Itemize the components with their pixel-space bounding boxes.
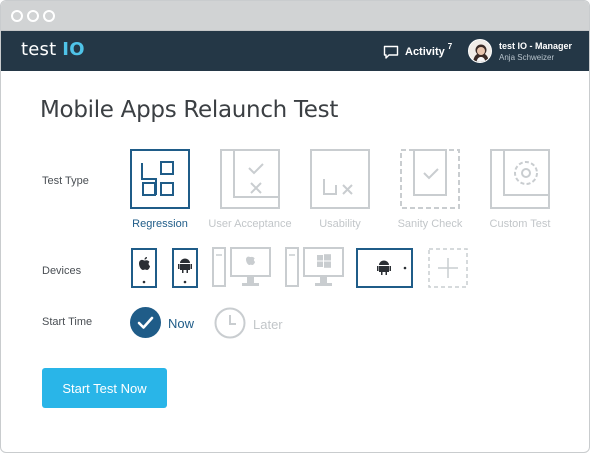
test-type-label-regression[interactable]: Regression <box>130 218 190 230</box>
start-now-radio[interactable] <box>130 307 161 338</box>
user-name: Anja Schweizer <box>499 53 555 62</box>
device-mac-desktop[interactable] <box>212 246 272 288</box>
checkmark-circle-icon <box>130 307 161 338</box>
test-type-label-usability[interactable]: Usability <box>300 218 380 230</box>
user-acceptance-icon <box>220 149 280 209</box>
start-now-label[interactable]: Now <box>168 316 194 331</box>
plus-icon <box>428 248 468 288</box>
start-later-label[interactable]: Later <box>253 317 283 332</box>
test-type-user-acceptance[interactable] <box>220 149 280 209</box>
test-type-label: Test Type <box>42 175 89 187</box>
test-type-label-sanity-check[interactable]: Sanity Check <box>390 218 470 230</box>
test-type-custom-test[interactable] <box>490 149 550 209</box>
top-navbar <box>1 31 589 71</box>
apple-phone-icon <box>131 248 157 288</box>
test-type-sanity-check[interactable] <box>400 149 460 209</box>
android-phone-icon <box>172 248 198 288</box>
activity-label: Activity <box>405 46 445 58</box>
device-android-phone[interactable] <box>172 248 198 288</box>
activity-count-badge: 7 <box>447 41 453 51</box>
custom-test-gear-icon <box>490 149 550 209</box>
window-control-dot[interactable] <box>11 10 23 22</box>
device-android-tablet[interactable] <box>356 248 413 288</box>
device-ios-phone[interactable] <box>131 248 157 288</box>
windows-desktop-icon <box>285 247 344 287</box>
usability-icon <box>310 149 370 209</box>
start-test-now-button[interactable]: Start Test Now <box>42 368 167 408</box>
testio-logo[interactable]: test IO <box>21 39 85 60</box>
test-type-regression[interactable] <box>130 149 190 209</box>
test-type-label-custom-test[interactable]: Custom Test <box>480 218 560 230</box>
test-type-label-user-acceptance[interactable]: User Acceptance <box>205 218 295 230</box>
add-device-button[interactable] <box>428 248 468 288</box>
regression-grid-icon <box>130 149 190 209</box>
logo-text: test <box>21 39 57 60</box>
window-control-dot[interactable] <box>27 10 39 22</box>
test-type-usability[interactable] <box>310 149 370 209</box>
android-tablet-icon <box>356 248 413 288</box>
avatar[interactable] <box>468 39 492 63</box>
device-windows-desktop[interactable] <box>285 246 345 288</box>
sanity-check-icon <box>400 149 460 209</box>
apple-desktop-icon <box>212 247 271 287</box>
page-title: Mobile Apps Relaunch Test <box>40 97 339 123</box>
start-later-radio[interactable] <box>214 307 246 339</box>
window-titlebar <box>1 1 589 31</box>
devices-label: Devices <box>42 265 82 277</box>
activity-link[interactable]: Activity 7 <box>383 41 453 61</box>
window-control-dot[interactable] <box>43 10 55 22</box>
chat-icon <box>383 45 399 59</box>
start-time-label: Start Time <box>42 316 93 328</box>
logo-accent: IO <box>62 39 85 60</box>
app-window: test IO Activity 7 test IO - Manager Anj… <box>0 0 590 453</box>
user-role-title[interactable]: test IO - Manager <box>499 41 572 51</box>
clock-icon <box>214 307 246 339</box>
